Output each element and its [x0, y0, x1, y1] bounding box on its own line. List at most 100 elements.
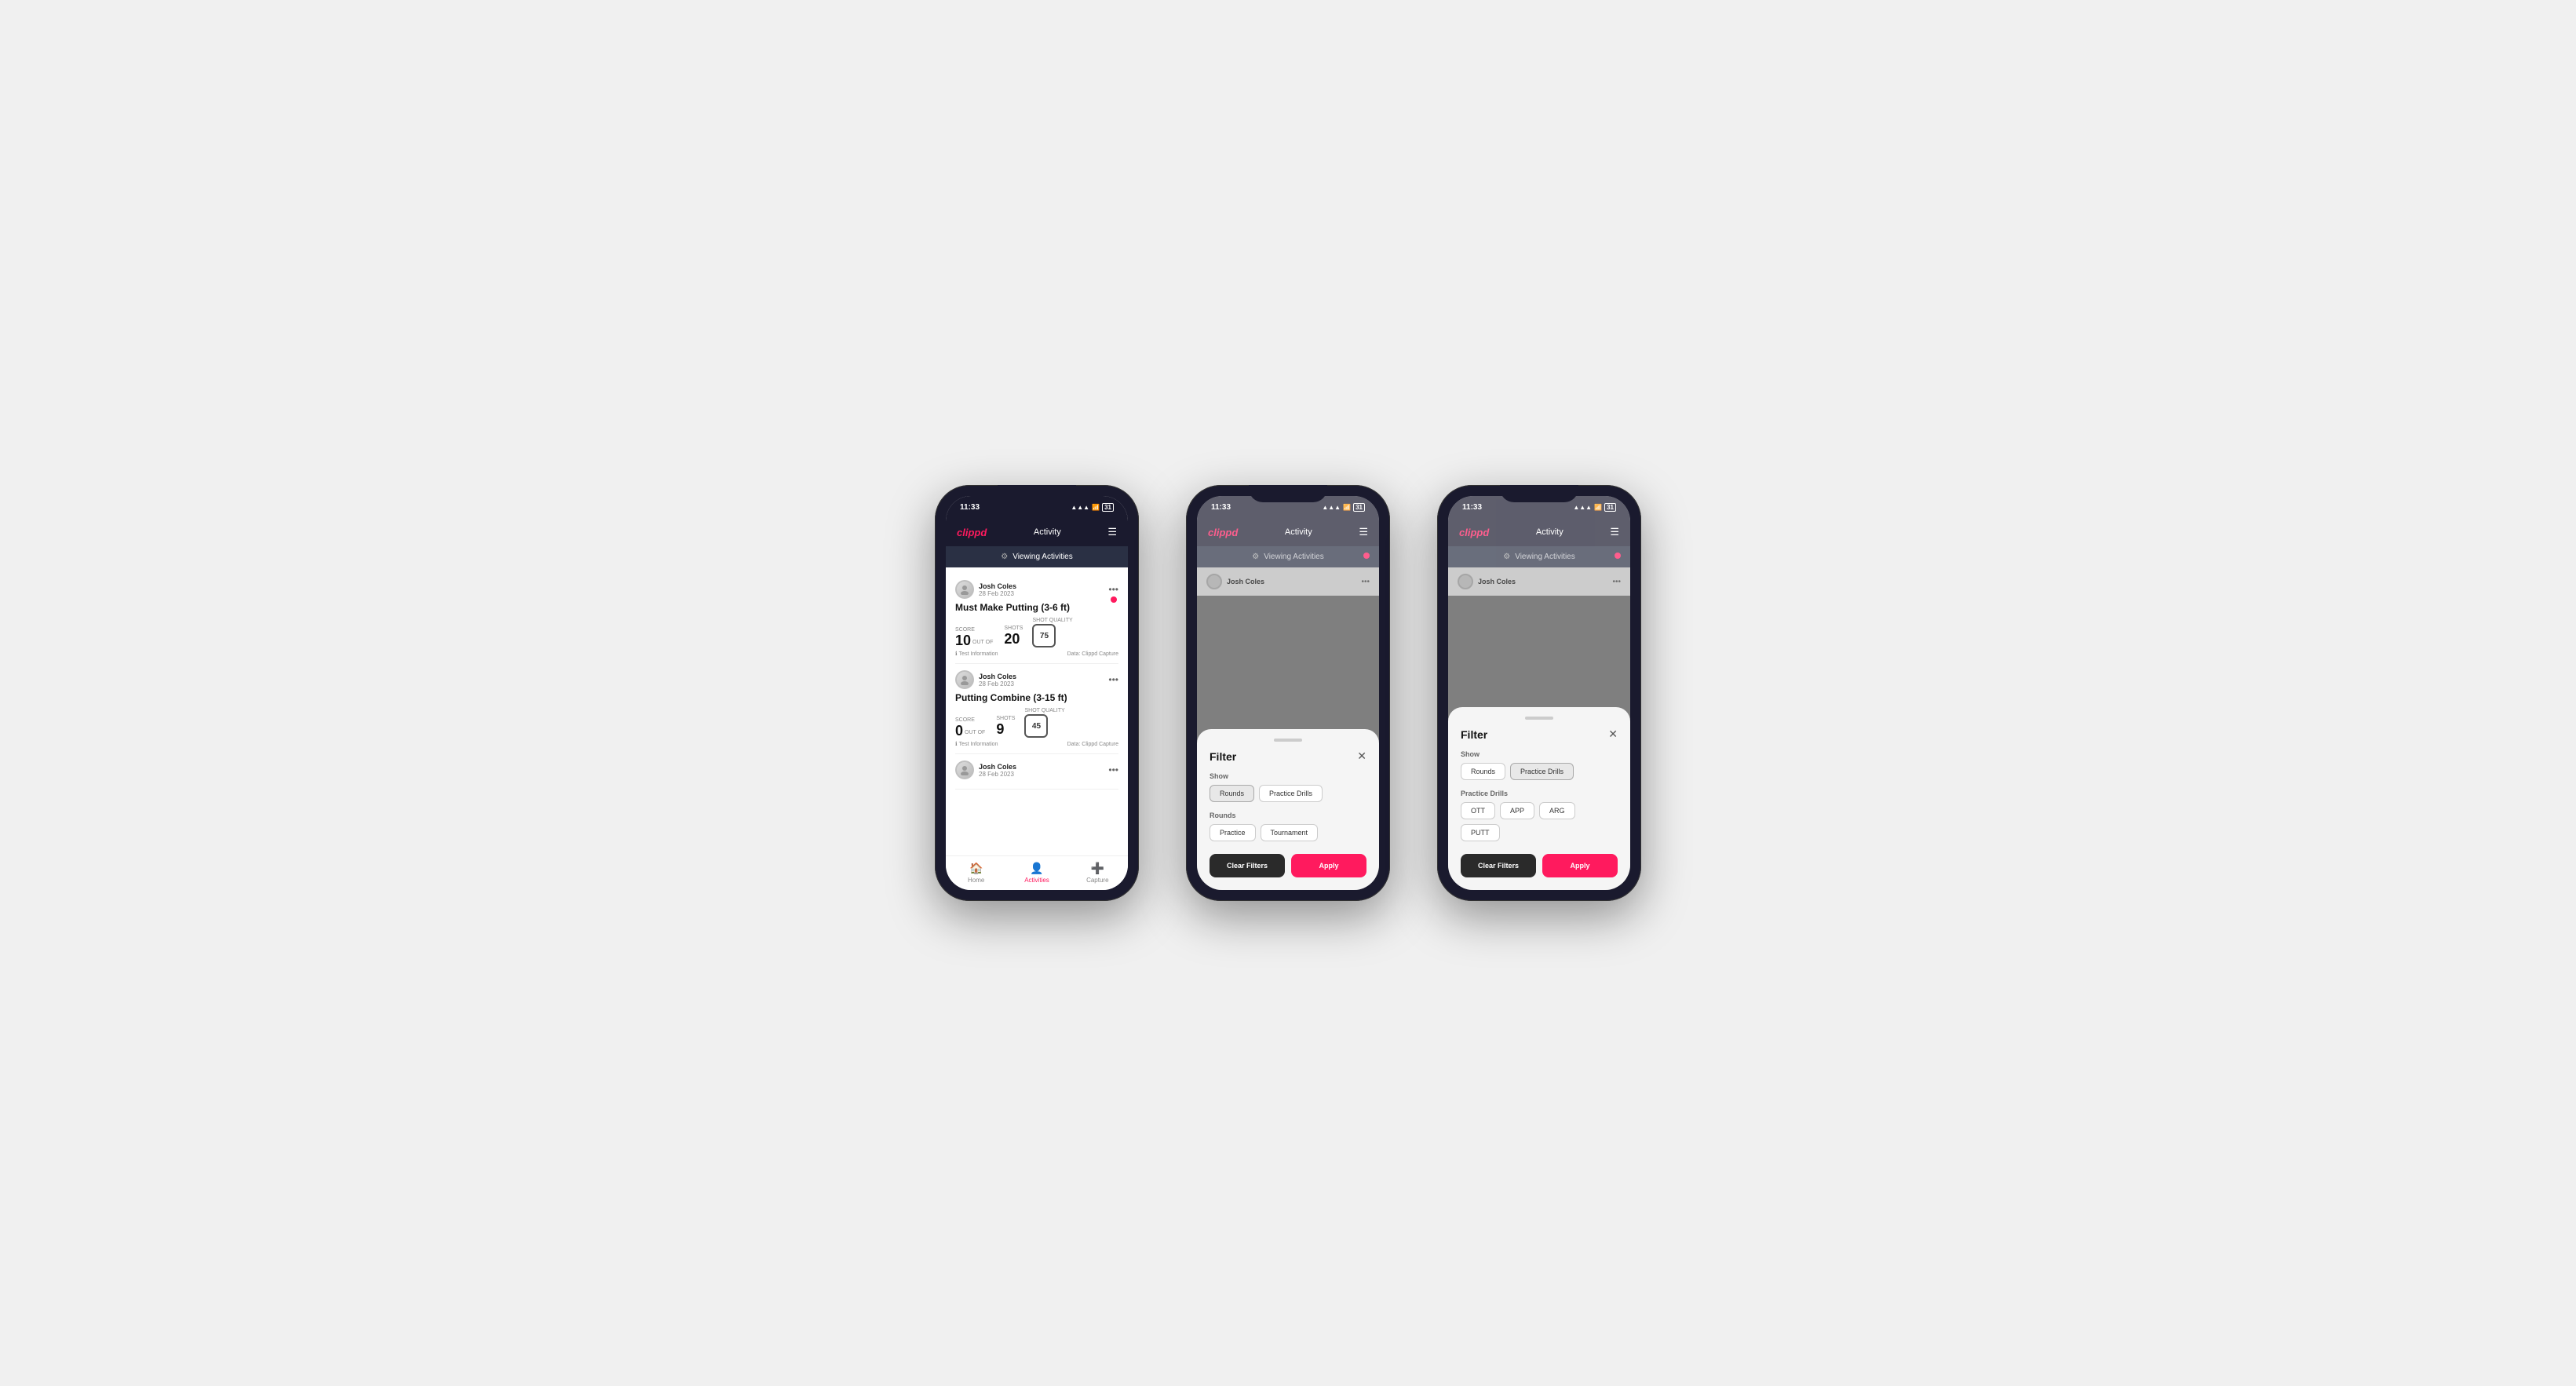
wifi-icon-2: 📶 [1343, 504, 1351, 511]
shots-value-2: 9 [996, 721, 1004, 737]
nav-menu-3: ☰ [1610, 526, 1619, 538]
nav-bar-1: clippd Activity ☰ [946, 518, 1128, 546]
arg-btn-3[interactable]: ARG [1539, 802, 1575, 819]
dimmed-viewing-bar-3: ⚙ Viewing Activities [1448, 546, 1630, 567]
shots-value-1: 20 [1004, 631, 1020, 647]
dimmed-user-3: Josh Coles [1478, 578, 1516, 585]
nav-menu-2: ☰ [1359, 526, 1368, 538]
filter-close-3[interactable]: ✕ [1608, 728, 1618, 741]
card-more-2[interactable]: ••• [1108, 674, 1118, 685]
dimmed-more-3: ••• [1612, 578, 1621, 586]
quality-stat-1: Shot Quality 75 [1032, 618, 1072, 647]
ott-btn-3[interactable]: OTT [1461, 802, 1495, 819]
user-details-1: Josh Coles 28 Feb 2023 [979, 582, 1016, 597]
shots-label-1: Shots [1004, 626, 1023, 631]
activity-card-3: Josh Coles 28 Feb 2023 ••• [955, 754, 1118, 790]
clear-filters-btn-2[interactable]: Clear Filters [1210, 854, 1285, 877]
card-header-1: Josh Coles 28 Feb 2023 ••• [955, 580, 1118, 599]
status-time-2: 11:33 [1211, 503, 1231, 512]
status-time-3: 11:33 [1462, 503, 1482, 512]
viewing-dot-2 [1363, 553, 1370, 559]
score-label-2: Score [955, 717, 987, 723]
card-more-1[interactable]: ••• [1108, 584, 1118, 595]
user-info-2: Josh Coles 28 Feb 2023 [955, 670, 1016, 689]
wifi-icon: 📶 [1092, 504, 1100, 511]
screen-with-modal-3: ⚙ Viewing Activities Josh Coles ••• [1448, 546, 1630, 890]
avatar-2 [955, 670, 974, 689]
filter-sheet-2: Filter ✕ Show Rounds Practice Drills Rou… [1197, 729, 1379, 890]
viewing-dot-1 [1111, 596, 1117, 603]
viewing-bar-1[interactable]: ⚙ Viewing Activities [946, 546, 1128, 567]
shots-stat-2: Shots 9 [996, 716, 1015, 738]
info-icon-2: ℹ [955, 741, 958, 747]
tab-home[interactable]: 🏠 Home [946, 862, 1006, 884]
battery-icon-2: 31 [1353, 503, 1365, 512]
viewing-text-1: Viewing Activities [1013, 553, 1073, 561]
phone-screen-2: 11:33 ▲▲▲ 📶 31 clippd Activity ☰ ⚙ V [1197, 496, 1379, 890]
app-btn-3[interactable]: APP [1500, 802, 1534, 819]
rounds-buttons-2: Practice Tournament [1210, 824, 1366, 841]
activity-card-1: Josh Coles 28 Feb 2023 ••• Must Make Put… [955, 574, 1118, 664]
practice-btn-2[interactable]: Practice [1210, 824, 1256, 841]
show-drills-btn-3[interactable]: Practice Drills [1510, 763, 1574, 780]
avatar-inner-1 [955, 580, 974, 599]
show-label-3: Show [1461, 750, 1618, 758]
nav-title-2: Activity [1285, 527, 1312, 537]
putt-btn-3[interactable]: PUTT [1461, 824, 1500, 841]
screen-with-modal-2: ⚙ Viewing Activities Josh Coles ••• [1197, 546, 1379, 890]
nav-logo-3: clippd [1459, 527, 1489, 538]
nav-menu-1[interactable]: ☰ [1107, 526, 1117, 538]
apply-btn-3[interactable]: Apply [1542, 854, 1618, 877]
clear-filters-btn-3[interactable]: Clear Filters [1461, 854, 1536, 877]
card-info-2: ℹ Test Information [955, 741, 998, 747]
phones-container: 11:33 ▲▲▲ 📶 31 clippd Activity ☰ ⚙ Viewi… [935, 485, 1641, 901]
user-info-1: Josh Coles 28 Feb 2023 [955, 580, 1016, 599]
card-info-1: ℹ Test Information [955, 651, 998, 657]
wifi-icon-3: 📶 [1594, 504, 1602, 511]
nav-bar-2: clippd Activity ☰ [1197, 518, 1379, 546]
battery-icon-3: 31 [1604, 503, 1616, 512]
out-of-1: OUT OF [972, 640, 993, 645]
user-name-1: Josh Coles [979, 582, 1016, 590]
phone-2: 11:33 ▲▲▲ 📶 31 clippd Activity ☰ ⚙ V [1186, 485, 1390, 901]
user-date-3: 28 Feb 2023 [979, 771, 1016, 778]
score-value-1: 10 [955, 633, 971, 647]
filter-handle-3 [1525, 717, 1553, 720]
show-rounds-btn-2[interactable]: Rounds [1210, 785, 1254, 802]
apply-btn-2[interactable]: Apply [1291, 854, 1366, 877]
filter-handle-2 [1274, 739, 1302, 742]
filter-title-3: Filter [1461, 728, 1487, 741]
show-buttons-2: Rounds Practice Drills [1210, 785, 1366, 802]
show-drills-btn-2[interactable]: Practice Drills [1259, 785, 1323, 802]
status-icons-1: ▲▲▲ 📶 31 [1071, 503, 1114, 512]
phone-notch-3 [1500, 485, 1578, 502]
filter-header-2: Filter ✕ [1210, 750, 1366, 763]
activity-card-2: Josh Coles 28 Feb 2023 ••• Putting Combi… [955, 664, 1118, 754]
home-icon: 🏠 [969, 862, 983, 875]
show-rounds-btn-3[interactable]: Rounds [1461, 763, 1505, 780]
filter-close-2[interactable]: ✕ [1357, 750, 1366, 763]
user-details-2: Josh Coles 28 Feb 2023 [979, 673, 1016, 688]
shots-stat-1: Shots 20 [1004, 626, 1023, 647]
activity-title-1: Must Make Putting (3-6 ft) [955, 602, 1118, 613]
score-label-1: Score [955, 627, 994, 633]
nav-title-3: Activity [1536, 527, 1563, 537]
viewing-icon-dimmed-2: ⚙ [1252, 553, 1259, 561]
phone-notch-2 [1249, 485, 1327, 502]
shots-label-2: Shots [996, 716, 1015, 721]
tab-activities[interactable]: 👤 Activities [1006, 862, 1067, 884]
filter-actions-3: Clear Filters Apply [1461, 854, 1618, 877]
status-time-1: 11:33 [960, 503, 980, 512]
card-more-3[interactable]: ••• [1108, 764, 1118, 775]
score-stat-1: Score 10 OUT OF [955, 627, 994, 647]
tab-activities-label: Activities [1024, 877, 1049, 884]
avatar-3 [955, 760, 974, 779]
tournament-btn-2[interactable]: Tournament [1261, 824, 1319, 841]
card-data-1: Data: Clippd Capture [1067, 651, 1118, 657]
filter-actions-2: Clear Filters Apply [1210, 854, 1366, 877]
phone-3: 11:33 ▲▲▲ 📶 31 clippd Activity ☰ ⚙ V [1437, 485, 1641, 901]
avatar-inner-3 [955, 760, 974, 779]
tab-capture[interactable]: ➕ Capture [1067, 862, 1128, 884]
status-icons-3: ▲▲▲ 📶 31 [1573, 503, 1616, 512]
viewing-icon-1: ⚙ [1001, 553, 1008, 561]
